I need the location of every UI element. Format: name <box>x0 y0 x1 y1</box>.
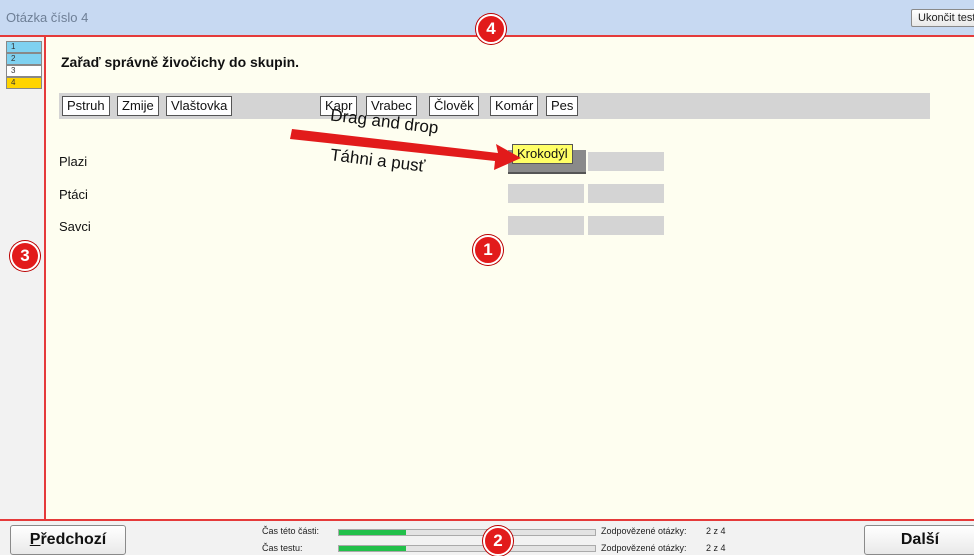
answered-questions-label: Zodpovězené otázky: <box>601 543 687 553</box>
answered-questions-value: 2 z 4 <box>706 543 726 553</box>
end-test-button[interactable]: Ukončit test <box>911 9 974 27</box>
section-time-progress <box>338 529 596 536</box>
section-time-label: Čas této části: <box>262 526 320 536</box>
question-nav-item-2[interactable]: 2 <box>6 53 42 65</box>
question-area: Zařaď správně živočichy do skupin. Pstru… <box>46 37 974 519</box>
next-button[interactable]: Další <box>864 525 974 555</box>
test-time-progress <box>338 545 596 552</box>
annotation-badge-2: 2 <box>483 526 513 556</box>
question-navigator: 1 2 3 4 <box>0 37 46 519</box>
question-nav-item-1[interactable]: 1 <box>6 41 42 53</box>
question-nav-item-3[interactable]: 3 <box>6 65 42 77</box>
previous-button[interactable]: Předchozí <box>10 525 126 555</box>
question-title: Otázka číslo 4 <box>6 10 89 25</box>
annotation-badge-3: 3 <box>10 241 40 271</box>
drag-arrow-icon <box>290 129 521 170</box>
section-time-progress-fill <box>339 530 406 535</box>
answered-questions-value: 2 z 4 <box>706 526 726 536</box>
annotation-badge-1: 1 <box>473 235 503 265</box>
question-nav-item-4[interactable]: 4 <box>6 77 42 89</box>
test-time-label: Čas testu: <box>262 543 303 553</box>
answered-questions-label: Zodpovězené otázky: <box>601 526 687 536</box>
test-time-progress-fill <box>339 546 406 551</box>
previous-button-accesskey: P <box>29 531 41 548</box>
annotation-badge-4: 4 <box>476 14 506 44</box>
previous-button-label: ředchozí <box>40 531 107 548</box>
